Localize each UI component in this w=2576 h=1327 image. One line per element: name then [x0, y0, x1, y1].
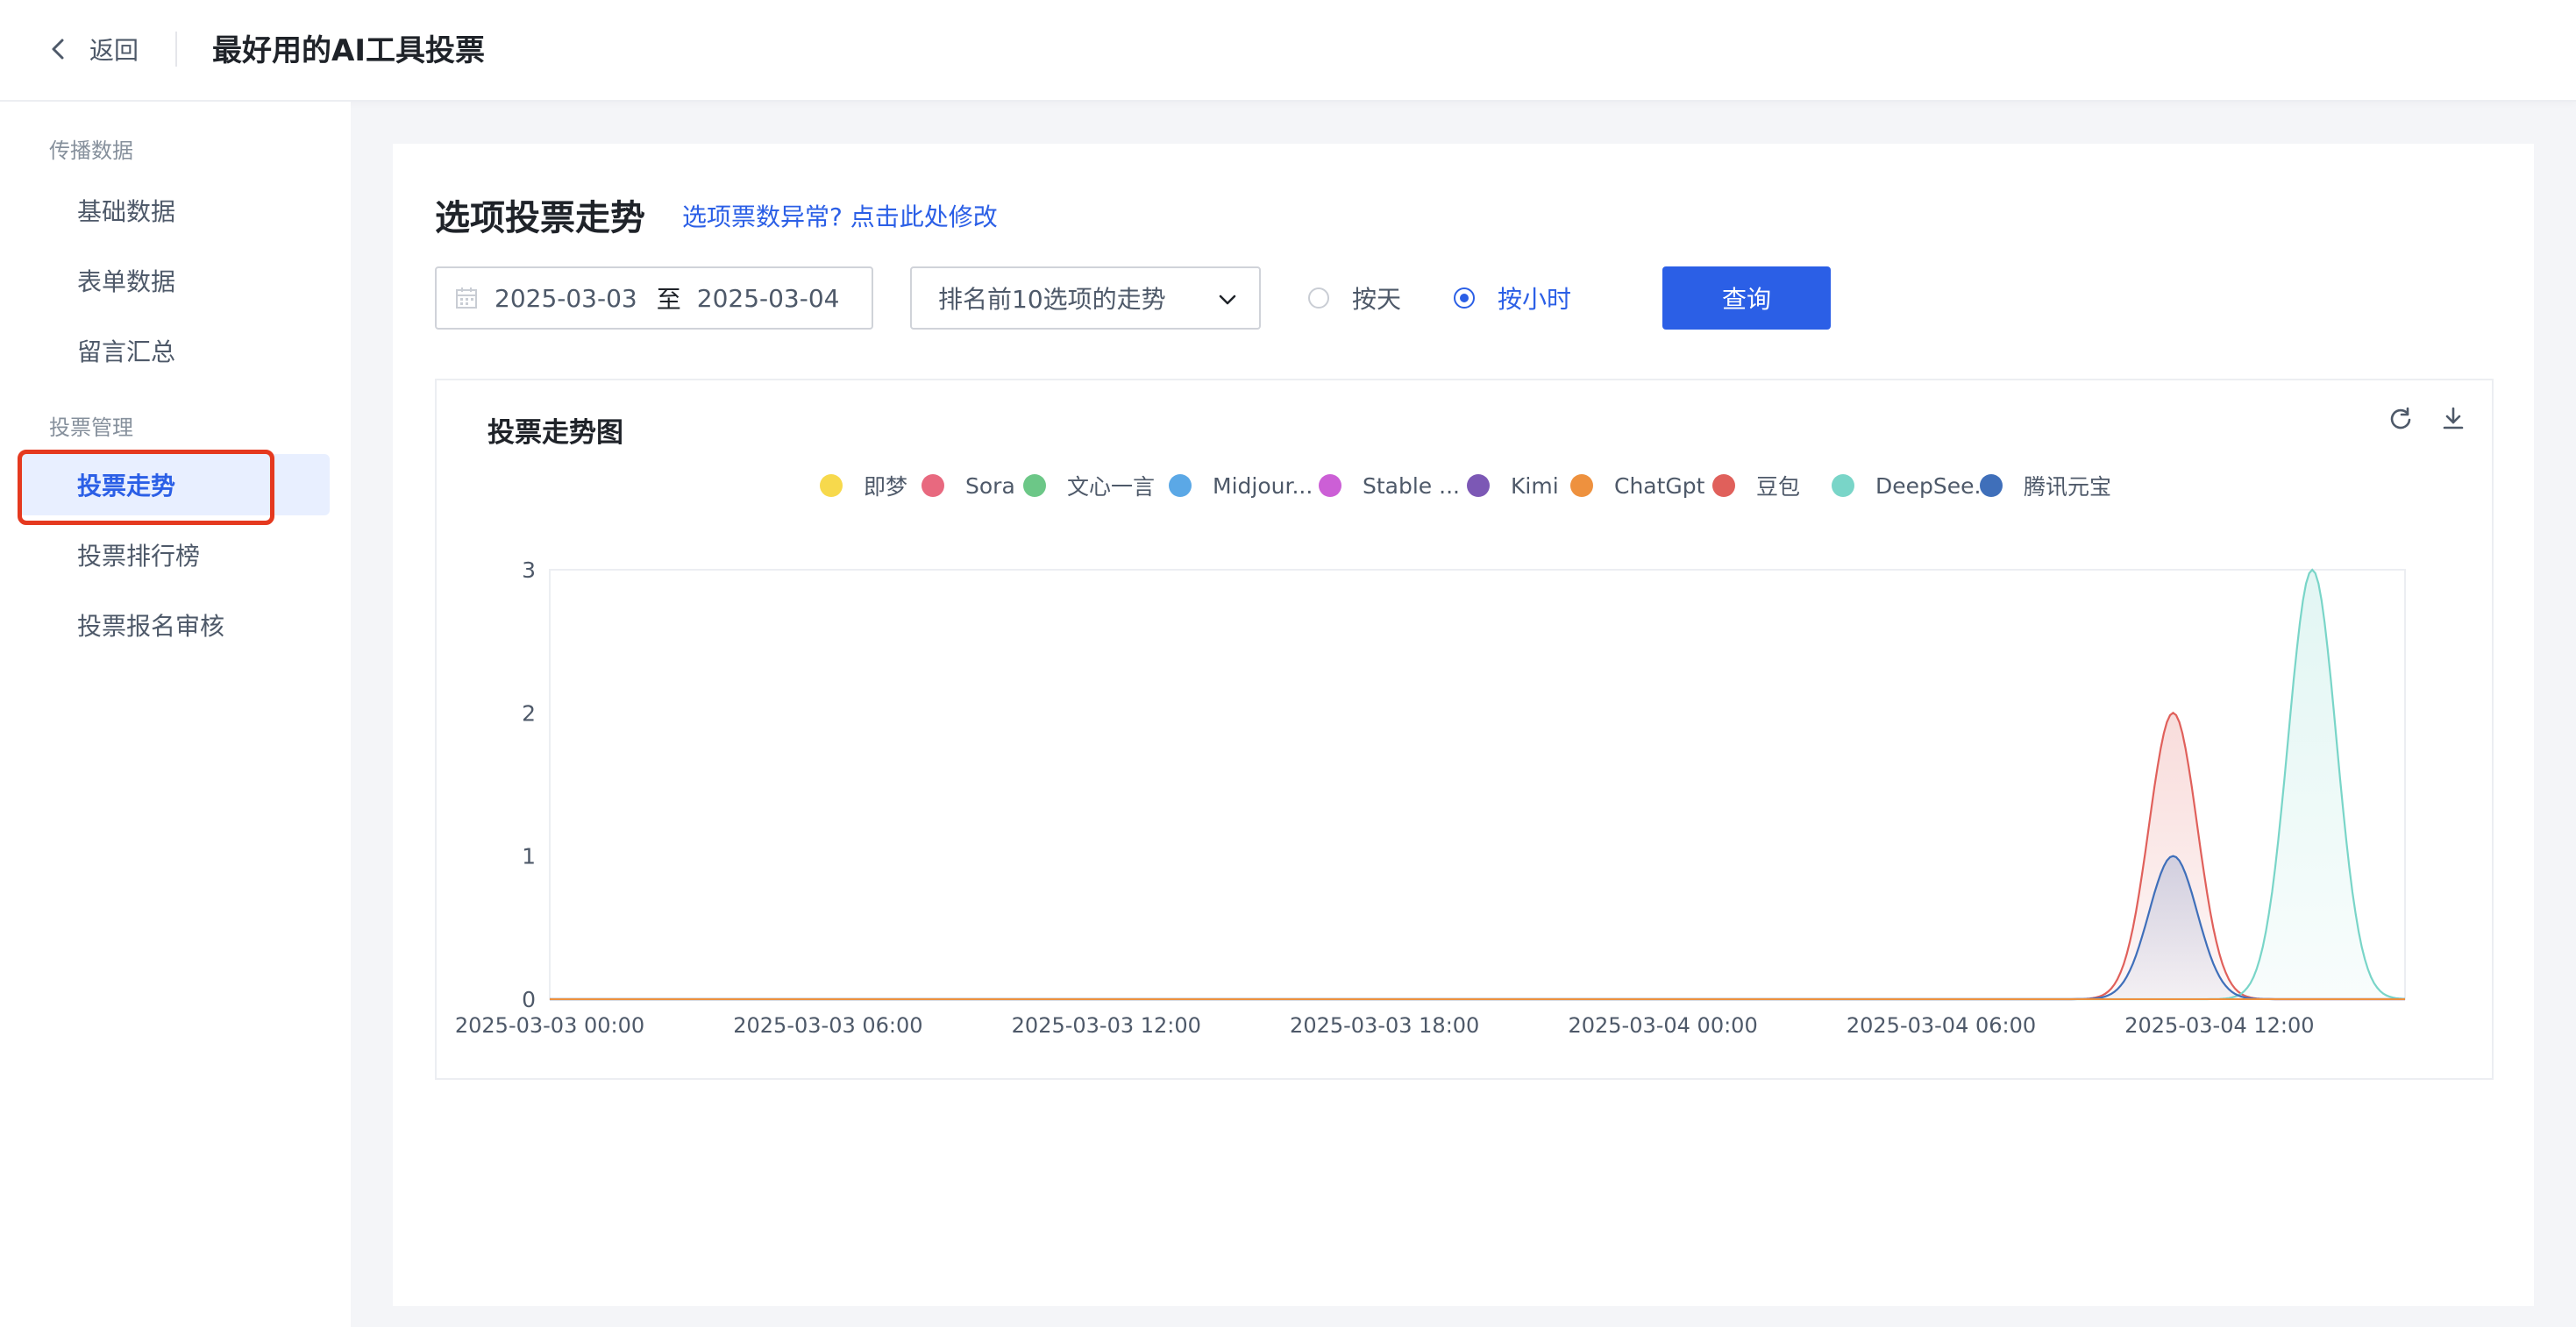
x-tick-label: 2025-03-04 06:00	[1847, 1013, 2036, 1038]
sidebar-item-form-data[interactable]: 表单数据	[19, 250, 330, 311]
legend-item[interactable]: 文心一言	[1023, 470, 1155, 501]
date-end: 2025-03-04	[696, 283, 840, 313]
legend-item[interactable]: ChatGpt	[1570, 470, 1704, 501]
legend-swatch	[1467, 474, 1490, 497]
legend-swatch	[1570, 474, 1593, 497]
sidebar: 传播数据 基础数据 表单数据 留言汇总 投票管理 投票走势 投票排行榜 投票报名…	[0, 102, 351, 1327]
y-tick-label: 3	[522, 557, 536, 583]
select-value: 排名前10选项的走势	[938, 285, 1166, 314]
legend-label: DeepSee...	[1875, 472, 1996, 499]
back-label: 返回	[89, 36, 139, 65]
sidebar-item-label: 表单数据	[77, 267, 176, 296]
legend-item[interactable]: Stable ...	[1319, 470, 1460, 501]
radio-by-day[interactable]: 按天	[1308, 277, 1401, 319]
back-button[interactable]: 返回	[46, 30, 139, 68]
legend-item[interactable]: 即梦	[820, 470, 907, 501]
chart-legend: 即梦 Sora 文心一言 Midjour... Stable ... Kimi ChatGp…	[437, 470, 2492, 501]
legend-swatch	[1832, 474, 1854, 497]
chart-title: 投票走势图	[487, 417, 623, 449]
series-area	[550, 570, 2405, 999]
legend-label: 即梦	[864, 474, 908, 500]
y-tick-label: 2	[522, 700, 536, 726]
legend-label: 豆包	[1756, 474, 1801, 500]
legend-swatch	[1319, 474, 1341, 497]
x-tick-label: 2025-03-03 18:00	[1290, 1013, 1479, 1038]
chevron-down-icon	[1219, 294, 1236, 305]
series-line	[550, 568, 2406, 1001]
main-content: 选项投票走势 选项票数异常? 点击此处修改 2025-03-03 至 2025-…	[393, 144, 2534, 1306]
legend-swatch	[1023, 474, 1046, 497]
calendar-icon	[456, 287, 477, 309]
legend-swatch	[1712, 474, 1735, 497]
radio-label: 按小时	[1498, 285, 1572, 314]
legend-swatch	[820, 474, 843, 497]
date-separator: 至	[656, 285, 681, 314]
highlight-annotation	[18, 450, 274, 525]
chart-panel: 0 1 2 3 2025-03-03 00:00 2025-03-03 06:00 2025…	[435, 379, 2494, 1080]
legend-label: Midjour...	[1213, 472, 1313, 499]
sidebar-item-basic-data[interactable]: 基础数据	[19, 180, 330, 241]
series-line	[550, 855, 2405, 1001]
date-start: 2025-03-03	[495, 283, 637, 313]
x-tick-label: 2025-03-03 00:00	[455, 1013, 644, 1038]
sidebar-group-title-vote: 投票管理	[49, 415, 133, 440]
query-button[interactable]: 查询	[1662, 266, 1831, 330]
legend-item[interactable]: DeepSee...	[1832, 470, 1995, 501]
legend-label: ChatGpt	[1614, 472, 1705, 499]
legend-swatch	[1169, 474, 1192, 497]
legend-label: Sora	[965, 472, 1015, 499]
date-range-picker[interactable]: 2025-03-03 至 2025-03-04	[435, 266, 873, 330]
radio-dot	[1308, 287, 1329, 309]
legend-item[interactable]: Midjour...	[1169, 470, 1313, 501]
refresh-icon[interactable]	[2387, 405, 2415, 433]
plot-area-frame	[549, 569, 2406, 1000]
download-icon[interactable]	[2439, 405, 2467, 433]
x-tick-label: 2025-03-03 06:00	[733, 1013, 922, 1038]
fix-votes-link[interactable]: 选项票数异常? 点击此处修改	[682, 198, 998, 233]
legend-swatch	[1980, 474, 2003, 497]
sidebar-item-comments[interactable]: 留言汇总	[19, 320, 330, 381]
legend-label: Stable ...	[1363, 472, 1460, 499]
y-tick-label: 0	[522, 987, 536, 1012]
sidebar-item-label: 留言汇总	[77, 337, 176, 366]
legend-label: 腾讯元宝	[2024, 474, 2112, 500]
legend-swatch	[922, 474, 944, 497]
radio-label: 按天	[1352, 285, 1402, 314]
trend-scope-select[interactable]: 排名前10选项的走势	[910, 266, 1261, 330]
header-divider	[175, 32, 177, 67]
page-title: 最好用的AI工具投票	[212, 33, 485, 68]
legend-item[interactable]: Kimi	[1467, 470, 1559, 501]
legend-item[interactable]: 腾讯元宝	[1980, 470, 2111, 501]
x-tick-label: 2025-03-04 12:00	[2124, 1013, 2314, 1038]
section-title: 选项投票走势	[435, 198, 645, 238]
y-tick-label: 1	[522, 844, 536, 869]
sidebar-item-label: 投票排行榜	[77, 542, 201, 571]
x-tick-label: 2025-03-04 00:00	[1568, 1013, 1757, 1038]
legend-label: 文心一言	[1067, 474, 1156, 500]
series-line	[550, 711, 2405, 1001]
sidebar-item-label: 投票报名审核	[77, 612, 225, 641]
radio-by-hour[interactable]: 按小时	[1454, 277, 1571, 319]
chevron-left-icon	[52, 39, 64, 60]
legend-item[interactable]: 豆包	[1712, 470, 1800, 501]
sidebar-item-signup-review[interactable]: 投票报名审核	[19, 594, 330, 656]
sidebar-item-vote-ranking[interactable]: 投票排行榜	[19, 524, 330, 585]
sidebar-group-title-spread: 传播数据	[49, 138, 133, 163]
sidebar-item-label: 基础数据	[77, 197, 176, 226]
legend-label: Kimi	[1511, 472, 1559, 499]
legend-item[interactable]: Sora	[922, 470, 1015, 501]
x-tick-label: 2025-03-03 12:00	[1012, 1013, 1201, 1038]
radio-dot	[1454, 287, 1475, 309]
top-header: 返回 最好用的AI工具投票	[0, 0, 2576, 102]
